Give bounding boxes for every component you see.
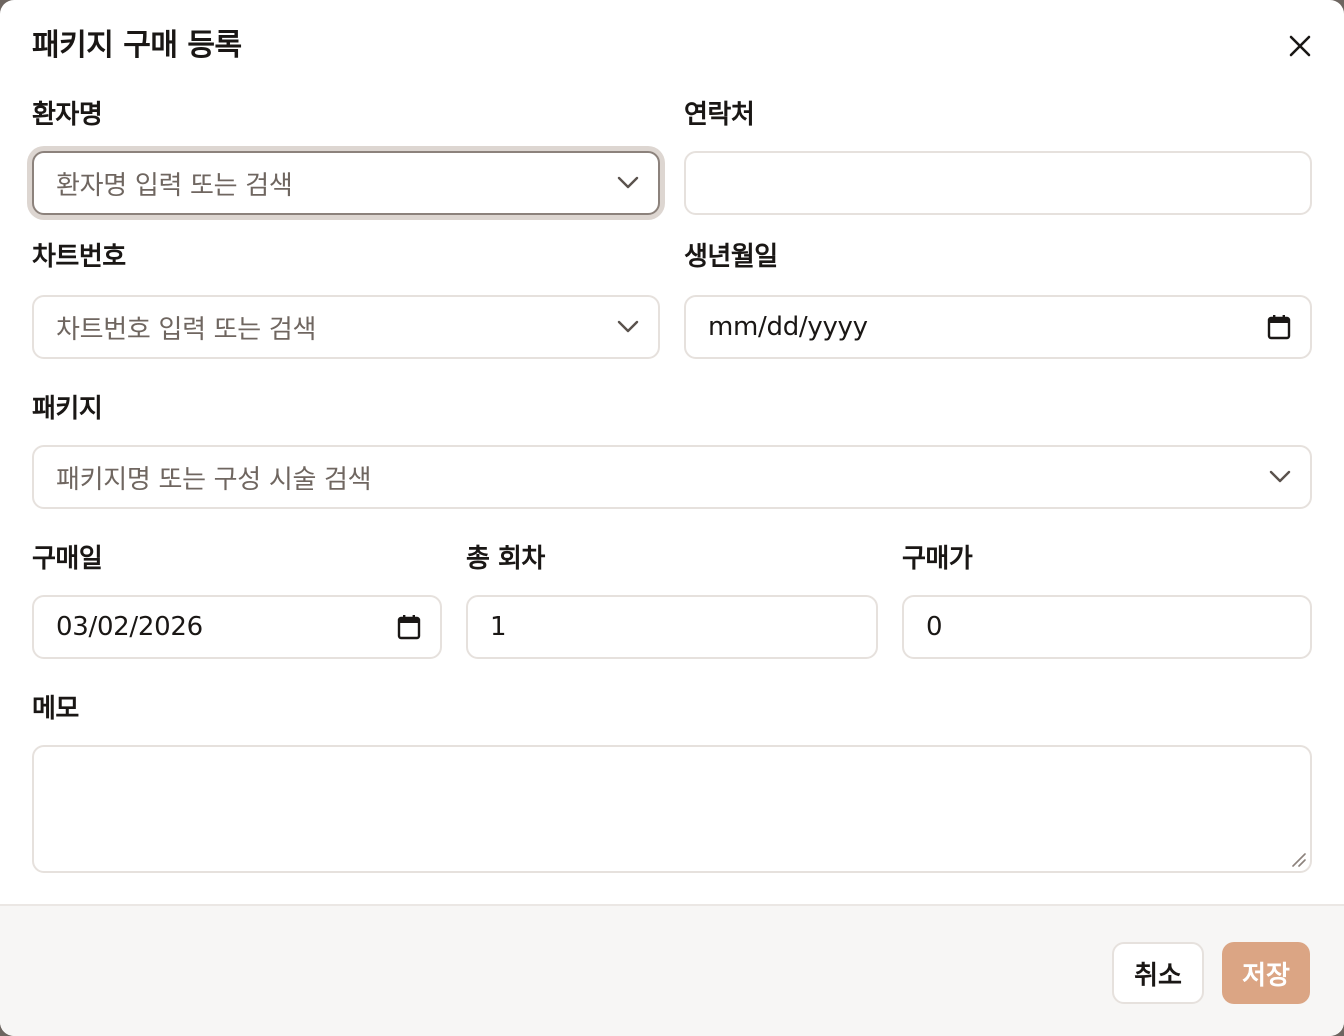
chart-number-placeholder: 차트번호 입력 또는 검색 [56,314,317,345]
purchase-date-input[interactable]: 03/02/2026 [32,595,442,659]
calendar-icon[interactable] [1266,314,1292,340]
birth-date-value: mm/dd/yyyy [708,312,868,342]
package-combobox[interactable]: 패키지명 또는 구성 시술 검색 [32,445,1312,509]
package-placeholder: 패키지명 또는 구성 시술 검색 [56,464,372,495]
purchase-date-label: 구매일 [32,544,103,574]
purchase-price-label: 구매가 [902,544,973,574]
birth-date-input[interactable]: mm/dd/yyyy [684,295,1312,359]
purchase-price-value: 0 [926,612,943,642]
close-button[interactable] [1280,26,1320,66]
dialog-title: 패키지 구매 등록 [32,28,242,63]
package-purchase-dialog: 패키지 구매 등록 환자명 연락처 환자명 입력 또는 검색 차트번호 생년월일… [0,0,1344,1036]
purchase-date-value: 03/02/2026 [56,612,203,642]
total-sessions-label: 총 회차 [466,544,545,574]
contact-input[interactable] [684,151,1312,215]
cancel-button[interactable]: 취소 [1112,942,1204,1004]
purchase-price-input[interactable]: 0 [902,595,1312,659]
contact-label: 연락처 [684,100,755,130]
memo-label: 메모 [32,694,79,724]
dialog-footer: 취소 저장 [0,904,1344,1036]
chart-number-label: 차트번호 [32,242,126,272]
patient-name-label: 환자명 [32,100,103,130]
calendar-icon[interactable] [396,614,422,640]
close-icon [1289,35,1311,57]
chevron-down-icon [616,315,640,339]
birth-date-label: 생년월일 [684,242,778,272]
package-label: 패키지 [32,394,103,424]
chevron-down-icon [616,171,640,195]
resize-handle-icon[interactable] [1290,851,1306,867]
memo-textarea[interactable] [32,745,1312,873]
chevron-down-icon [1268,465,1292,489]
patient-name-placeholder: 환자명 입력 또는 검색 [56,170,293,201]
patient-name-combobox[interactable]: 환자명 입력 또는 검색 [32,151,660,215]
save-button[interactable]: 저장 [1222,942,1310,1004]
chart-number-combobox[interactable]: 차트번호 입력 또는 검색 [32,295,660,359]
total-sessions-value: 1 [490,612,507,642]
total-sessions-input[interactable]: 1 [466,595,878,659]
